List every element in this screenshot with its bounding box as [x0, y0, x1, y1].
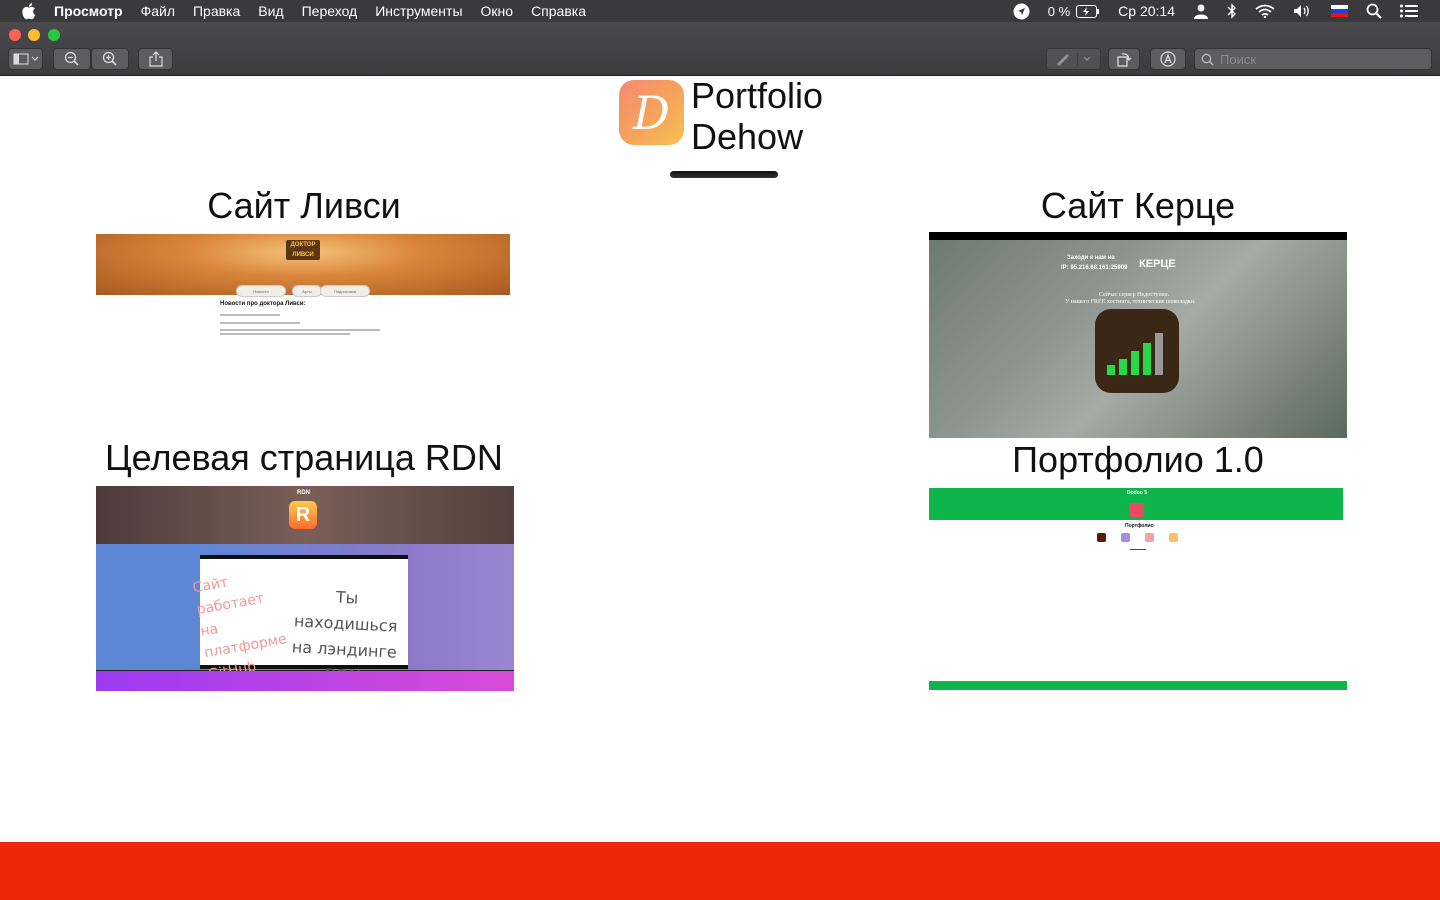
menu-app-name[interactable]: Просмотр: [54, 3, 123, 19]
menu-window[interactable]: Окно: [481, 3, 514, 19]
zoom-in-icon: [102, 51, 117, 66]
livsi-nav-arts: Арты: [292, 285, 322, 297]
project-title-kerce[interactable]: Сайт Керце: [878, 185, 1398, 227]
project-preview-livsi[interactable]: ДОКТОР ЛИВСИ Новости Арты Подписчики Нов…: [96, 234, 511, 349]
kerce-headline: Заходи к нам на: [1067, 255, 1115, 261]
livsi-news-heading: Новости про доктора Ливси:: [220, 301, 306, 307]
logo-tile: D: [619, 80, 684, 145]
kerce-ip: IP: 95.216.68.161:25909: [1061, 265, 1128, 271]
site-title-line1: Portfolio: [691, 75, 824, 116]
user-icon[interactable]: [1193, 3, 1209, 19]
livsi-text-line: [220, 333, 350, 335]
portfolio-item-icon: [1121, 533, 1130, 542]
window-close-button[interactable]: [9, 29, 21, 41]
pen-icon: [1056, 52, 1090, 66]
menu-file[interactable]: Файл: [141, 3, 175, 19]
logo-letter: D: [633, 85, 670, 140]
portfolio-link: [1130, 549, 1146, 550]
search-field[interactable]: [1194, 48, 1432, 70]
kerce-brand: КЕРЦЕ: [1139, 258, 1176, 270]
livsi-text-line: [220, 314, 280, 316]
notification-center-icon[interactable]: [1400, 4, 1418, 18]
rdn-name: RDN: [297, 490, 310, 496]
menu-edit[interactable]: Правка: [193, 3, 240, 19]
portfolio-section-title: Портфолио: [1125, 523, 1154, 529]
project-title-portfolio[interactable]: Портфолио 1.0: [878, 439, 1398, 481]
rotate-button[interactable]: [1108, 48, 1140, 70]
kerce-status: Сейчас сервер Недоступен.: [1099, 292, 1170, 298]
rdn-footer: [96, 671, 514, 691]
signal-bar: [1143, 343, 1151, 375]
window-fullscreen-button[interactable]: [48, 29, 60, 41]
clock[interactable]: Ср 20:14: [1118, 3, 1175, 19]
portfolio-logo-icon: [1129, 503, 1144, 517]
zoom-out-button[interactable]: [53, 48, 91, 70]
signal-bar: [1155, 333, 1163, 375]
livsi-nav-subs: Подписчики: [320, 285, 370, 297]
portfolio-item-icon: [1097, 533, 1106, 542]
rdn-video-frame: Сайт работает на платформе GitHub Pages …: [192, 555, 408, 691]
bluetooth-icon[interactable]: [1227, 3, 1237, 19]
project-title-rdn[interactable]: Целевая страница RDN: [44, 437, 564, 479]
project-title-livsi[interactable]: Сайт Ливси: [44, 185, 564, 227]
portfolio-item-icon: [1169, 533, 1178, 542]
menu-go[interactable]: Переход: [302, 3, 358, 19]
share-button[interactable]: [138, 48, 173, 70]
battery-icon[interactable]: [1076, 4, 1100, 18]
battery-percent: 0 %: [1047, 3, 1071, 19]
kerce-top-bar: [929, 232, 1347, 240]
site-title-line2: Dehow: [691, 116, 804, 157]
livsi-logo: ДОКТОР ЛИВСИ: [286, 240, 320, 260]
zoom-in-button[interactable]: [91, 48, 129, 70]
site-title: Portfolio Dehow: [691, 75, 823, 157]
kerce-note: У нашего FREE хостинга, технические шоко…: [1065, 299, 1196, 305]
russian-flag-icon[interactable]: [1331, 5, 1348, 17]
project-preview-rdn[interactable]: RDN R Сайт работает на платформе GitHub …: [96, 486, 514, 691]
sidebar-icon: [13, 53, 38, 65]
search-icon: [1201, 53, 1214, 66]
menu-view[interactable]: Вид: [258, 3, 283, 19]
title-underline: [670, 171, 778, 178]
markup-toolbar-button[interactable]: [1150, 48, 1186, 70]
window-minimize-button[interactable]: [28, 29, 40, 41]
signal-bar: [1107, 365, 1115, 375]
markup-icon: [1160, 51, 1176, 67]
apple-logo-icon[interactable]: [20, 2, 36, 20]
project-preview-kerce[interactable]: Заходи к нам на КЕРЦЕ IP: 95.216.68.161:…: [929, 232, 1347, 438]
volume-icon[interactable]: [1293, 4, 1313, 18]
markup-pen-button[interactable]: [1046, 48, 1101, 70]
kerce-server-icon: [1095, 309, 1179, 393]
portfolio-item-icon: [1145, 533, 1154, 542]
signal-bar: [1131, 351, 1139, 375]
search-input[interactable]: [1218, 50, 1422, 68]
zoom-out-icon: [64, 51, 79, 66]
menu-tools[interactable]: Инструменты: [375, 3, 462, 19]
livsi-text-line: [220, 329, 380, 331]
wifi-icon[interactable]: [1255, 4, 1275, 18]
sidebar-toggle-button[interactable]: [8, 48, 43, 70]
project-preview-portfolio[interactable]: Dodoo 5 Портфолио: [929, 488, 1347, 690]
share-icon: [148, 51, 163, 67]
menu-bar: Просмотр Файл Правка Вид Переход Инструм…: [0, 0, 1440, 22]
rdn-logo-icon: R: [289, 501, 317, 529]
livsi-text-line: [220, 322, 300, 324]
window-toolbar: [0, 22, 1440, 76]
portfolio-footer: [929, 681, 1347, 690]
livsi-nav-news: Новости: [236, 285, 286, 297]
menu-help[interactable]: Справка: [531, 3, 586, 19]
signal-bar: [1119, 359, 1127, 375]
location-icon[interactable]: [1013, 3, 1030, 20]
spotlight-search-icon[interactable]: [1366, 3, 1382, 19]
page-footer: [0, 842, 1440, 900]
portfolio-name: Dodoo 5: [1127, 490, 1147, 496]
rotate-icon: [1117, 53, 1132, 67]
